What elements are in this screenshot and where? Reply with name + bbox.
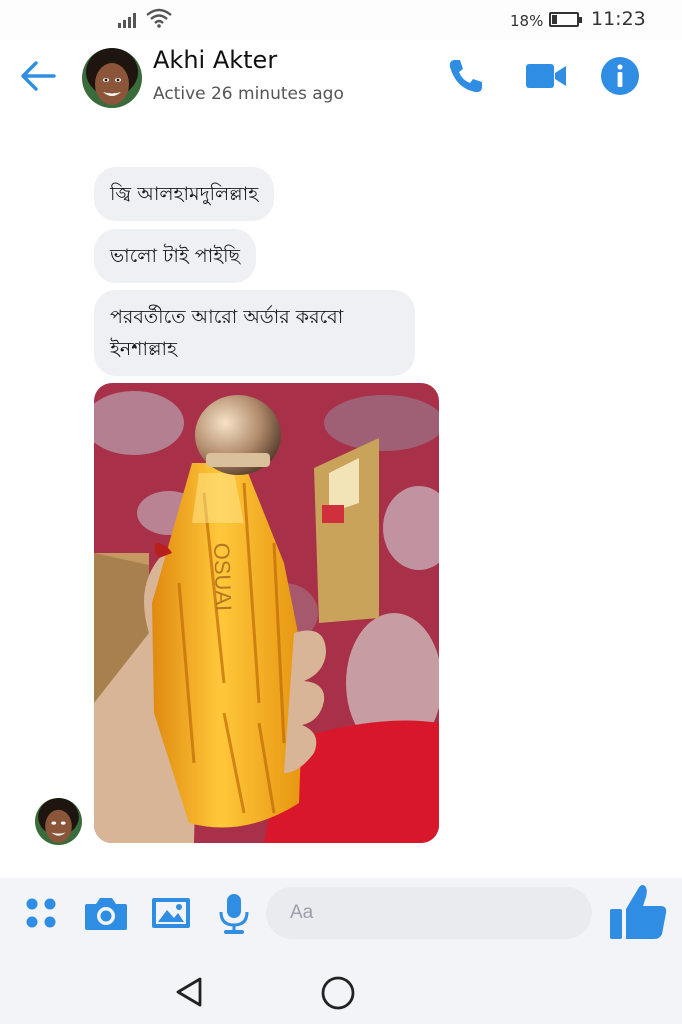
composer-bar	[0, 878, 682, 950]
clock: 11:23	[591, 8, 646, 30]
arrow-left-icon	[21, 61, 56, 91]
message-bubble[interactable]: জ্বি আলহামদুলিল্লাহ	[94, 167, 275, 221]
like-button[interactable]	[606, 881, 670, 947]
nav-home-button[interactable]	[320, 975, 356, 1015]
image-icon	[152, 898, 190, 928]
thumbs-up-icon	[610, 885, 667, 939]
wifi-icon	[146, 8, 172, 28]
gallery-button[interactable]	[150, 894, 192, 936]
contact-name: Akhi Akter	[153, 46, 278, 74]
battery-percent: 18%	[510, 12, 544, 30]
active-status: Active 26 minutes ago	[153, 84, 344, 104]
nav-back-button[interactable]	[172, 974, 208, 1014]
signal-icon	[118, 12, 140, 28]
message-bubble[interactable]: পরবর্তীতে আরো অর্ডার করবো ইনশাল্লাহ	[94, 290, 415, 376]
message-input[interactable]	[266, 887, 592, 939]
photo-message[interactable]: OSUAI	[94, 383, 439, 843]
info-icon	[601, 57, 639, 95]
video-call-button[interactable]	[523, 54, 569, 102]
system-nav-bar	[0, 950, 682, 1024]
triangle-back-icon	[176, 977, 202, 1007]
message-bubble[interactable]: ভালো টাই পাইছি	[94, 229, 257, 283]
sender-avatar	[35, 798, 82, 845]
status-bar: 18% 11:23	[0, 0, 682, 40]
conversation-header: Akhi Akter Active 26 minutes ago	[0, 40, 682, 123]
four-dots-icon	[26, 898, 56, 928]
info-button[interactable]	[598, 54, 642, 102]
battery-icon	[549, 12, 582, 27]
microphone-icon	[219, 894, 249, 934]
avatar[interactable]	[82, 48, 142, 108]
camera-icon	[85, 898, 127, 930]
more-actions-button[interactable]	[24, 896, 58, 934]
voice-message-button[interactable]	[216, 892, 252, 940]
phone-icon	[449, 60, 482, 93]
video-camera-icon	[526, 64, 566, 88]
bottle-label: OSUAI	[209, 542, 236, 611]
circle-home-icon	[321, 976, 355, 1010]
audio-call-button[interactable]	[444, 54, 488, 102]
message-list[interactable]: জ্বি আলহামদুলিল্লাহ ভালো টাই পাইছি পরবর্…	[0, 122, 682, 878]
back-button[interactable]	[18, 58, 58, 94]
camera-button[interactable]	[83, 894, 129, 936]
